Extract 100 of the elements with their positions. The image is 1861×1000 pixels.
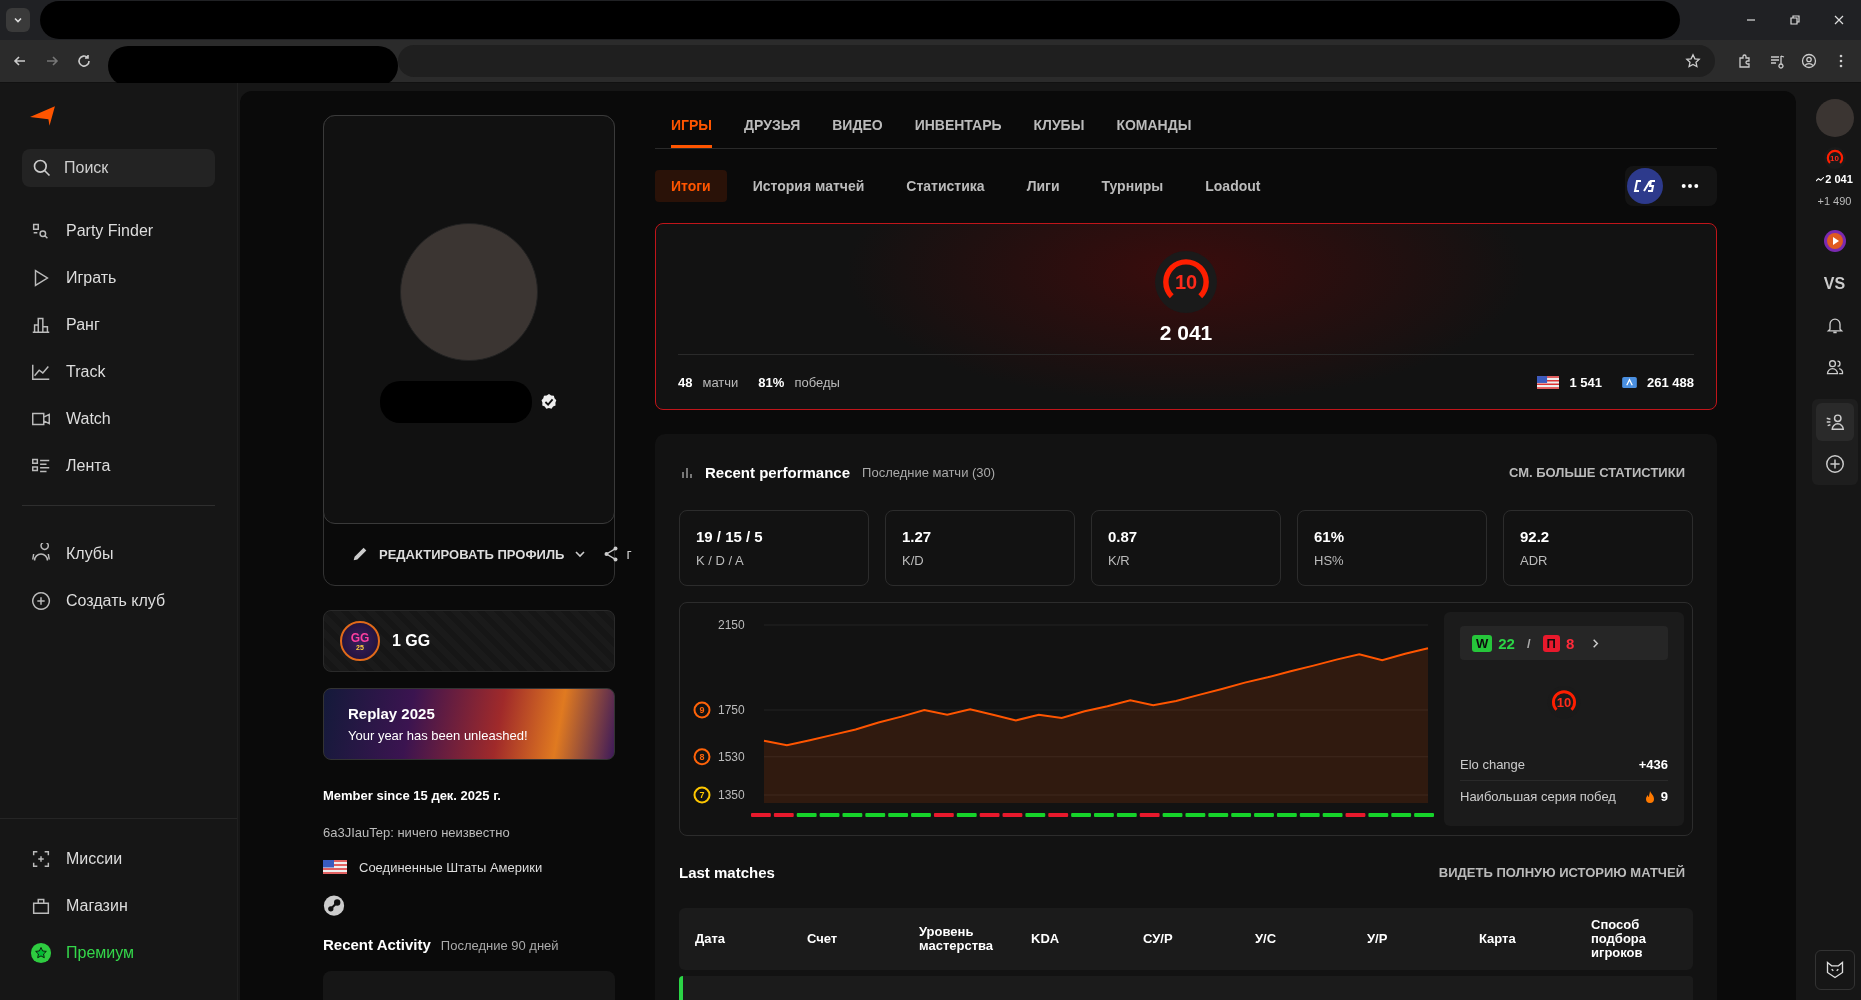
nav-item[interactable]: Клубы	[22, 530, 215, 577]
subtab[interactable]: Итоги	[655, 170, 727, 202]
play-badge-icon[interactable]	[1822, 229, 1847, 253]
subtab[interactable]: Loadout	[1189, 170, 1277, 202]
elo-value: 2 041	[1159, 321, 1213, 345]
stat-value: 19 / 15 / 5	[696, 528, 764, 545]
more-stats-link[interactable]: СМ. БОЛЬШЕ СТАТИСТИКИ	[1508, 464, 1685, 480]
nav-item[interactable]: Играть	[22, 254, 215, 301]
nav-item[interactable]: Магазин	[22, 882, 215, 929]
column-header: У/Р	[1367, 931, 1389, 947]
app-logo-button[interactable]	[1814, 950, 1855, 990]
nav-item[interactable]: Track	[22, 348, 215, 395]
country-rank: 1 541	[1569, 374, 1602, 390]
column-header: Карта	[1479, 931, 1517, 947]
section-title: Last matches	[679, 863, 775, 881]
profile-icon[interactable]	[1801, 53, 1817, 69]
stat-value: 81%	[758, 374, 785, 390]
level-icon: 9	[693, 701, 711, 719]
section-subtitle: Последние 90 дней	[440, 937, 559, 953]
replay-banner[interactable]: Replay 2025 Your year has been unleashed!	[323, 688, 615, 760]
replay-subtitle: Your year has been unleashed!	[348, 727, 529, 743]
level-badge: 10	[1823, 147, 1846, 169]
stat-value: 1.27	[902, 528, 933, 545]
tab[interactable]: КОМАНДЫ	[1116, 115, 1192, 148]
level-badge: 10	[1546, 686, 1582, 719]
premium-link[interactable]: Премиум	[22, 929, 215, 976]
party-button[interactable]	[1815, 403, 1854, 441]
stat-value: +436	[1638, 757, 1668, 772]
tab[interactable]: КЛУБЫ	[1033, 115, 1085, 148]
game-logo-icon	[1627, 168, 1663, 204]
star-icon[interactable]	[1685, 53, 1701, 69]
nav-item[interactable]: Лента	[22, 442, 215, 489]
versus-button[interactable]: VS	[1823, 275, 1846, 293]
subtab[interactable]: Турниры	[1085, 170, 1180, 202]
section-subtitle: Последние матчи (30)	[862, 464, 996, 480]
friends-icon[interactable]	[1824, 357, 1845, 377]
add-icon[interactable]	[1823, 453, 1846, 475]
restore-icon[interactable]	[1789, 14, 1801, 26]
search-field[interactable]: Поиск	[22, 149, 215, 187]
game-selector[interactable]	[1625, 166, 1717, 206]
caret-icon	[574, 548, 587, 560]
puzzle-icon[interactable]	[1737, 53, 1753, 69]
trend-icon	[1816, 176, 1825, 182]
gg-count: 1 GG	[392, 632, 431, 650]
axis-label: 1750	[718, 703, 745, 717]
nav-item[interactable]: Создать клуб	[22, 577, 215, 624]
axis-label: 1350	[718, 788, 745, 802]
tab[interactable]: ВИДЕО	[832, 115, 883, 148]
column-header: Дата	[695, 931, 727, 947]
steam-icon[interactable]	[323, 894, 345, 916]
nav-item[interactable]: Party Finder	[22, 207, 215, 254]
tab[interactable]: ИНВЕНТАРЬ	[914, 115, 1002, 148]
media-icon[interactable]	[1769, 53, 1785, 69]
elo-value: 2 041	[1825, 173, 1853, 185]
subtab[interactable]: Статистика	[890, 170, 1001, 202]
nav-item[interactable]: Watch	[22, 395, 215, 442]
column-header: Счет	[807, 931, 839, 947]
share-label[interactable]: г	[626, 546, 632, 562]
column-header: Способ подбора игроков	[1591, 917, 1647, 961]
column-header: Уровень мастерства	[919, 924, 995, 954]
stat-label: Наибольшая серия побед	[1460, 789, 1616, 804]
axis-label: 1530	[718, 749, 745, 764]
nav-item[interactable]: Миссии	[22, 835, 215, 882]
subtab[interactable]: Лиги	[1010, 170, 1076, 202]
level-icon: 7	[693, 786, 711, 804]
nav-item[interactable]: Ранг	[22, 301, 215, 348]
tab[interactable]: ИГРЫ	[671, 115, 713, 148]
tab[interactable]: ДРУЗЬЯ	[744, 115, 801, 148]
stat-value: 48	[678, 374, 693, 390]
stat-label: ADR	[1520, 553, 1549, 568]
column-header: СУ/Р	[1143, 931, 1174, 947]
more-icon	[1681, 183, 1699, 189]
mask-icon	[1824, 960, 1845, 980]
win-loss-button[interactable]: W 22 / П 8	[1460, 626, 1668, 661]
member-since: Member since 15 дек. 2025 г.	[323, 787, 502, 803]
flag-icon	[323, 860, 347, 875]
search-icon	[32, 158, 52, 178]
stat-value: 0.87	[1108, 528, 1139, 545]
about-text: 6a3JIauTep: ничего неизвестно	[323, 824, 511, 840]
axis-label: 2150	[718, 618, 745, 632]
level-icon: 8	[693, 748, 711, 766]
column-header: KDA	[1031, 931, 1061, 947]
stat-value: 61%	[1314, 528, 1346, 545]
edit-profile-button[interactable]: РЕДАКТИРОВАТЬ ПРОФИЛЬ	[349, 539, 589, 569]
stat-label: HS%	[1314, 553, 1345, 568]
section-title: Recent performance	[705, 463, 851, 481]
address-field[interactable]	[398, 45, 1715, 77]
tab-list-button[interactable]	[6, 8, 30, 32]
subtab[interactable]: История матчей	[736, 170, 881, 202]
stat-label: K/R	[1108, 553, 1131, 568]
logo-icon[interactable]	[30, 105, 56, 127]
region-rank: 261 488	[1647, 374, 1694, 390]
bar-chart-icon	[681, 466, 693, 478]
section-title: Recent Activity	[323, 935, 431, 953]
close-icon[interactable]	[1833, 14, 1845, 26]
reload-icon[interactable]	[76, 53, 92, 69]
stat-label: матчи	[702, 374, 739, 390]
match-history-link[interactable]: ВИДЕТЬ ПОЛНУЮ ИСТОРИЮ МАТЧЕЙ	[1438, 864, 1685, 880]
replay-title: Replay 2025	[348, 704, 436, 722]
stat-value: 9	[1660, 789, 1668, 804]
